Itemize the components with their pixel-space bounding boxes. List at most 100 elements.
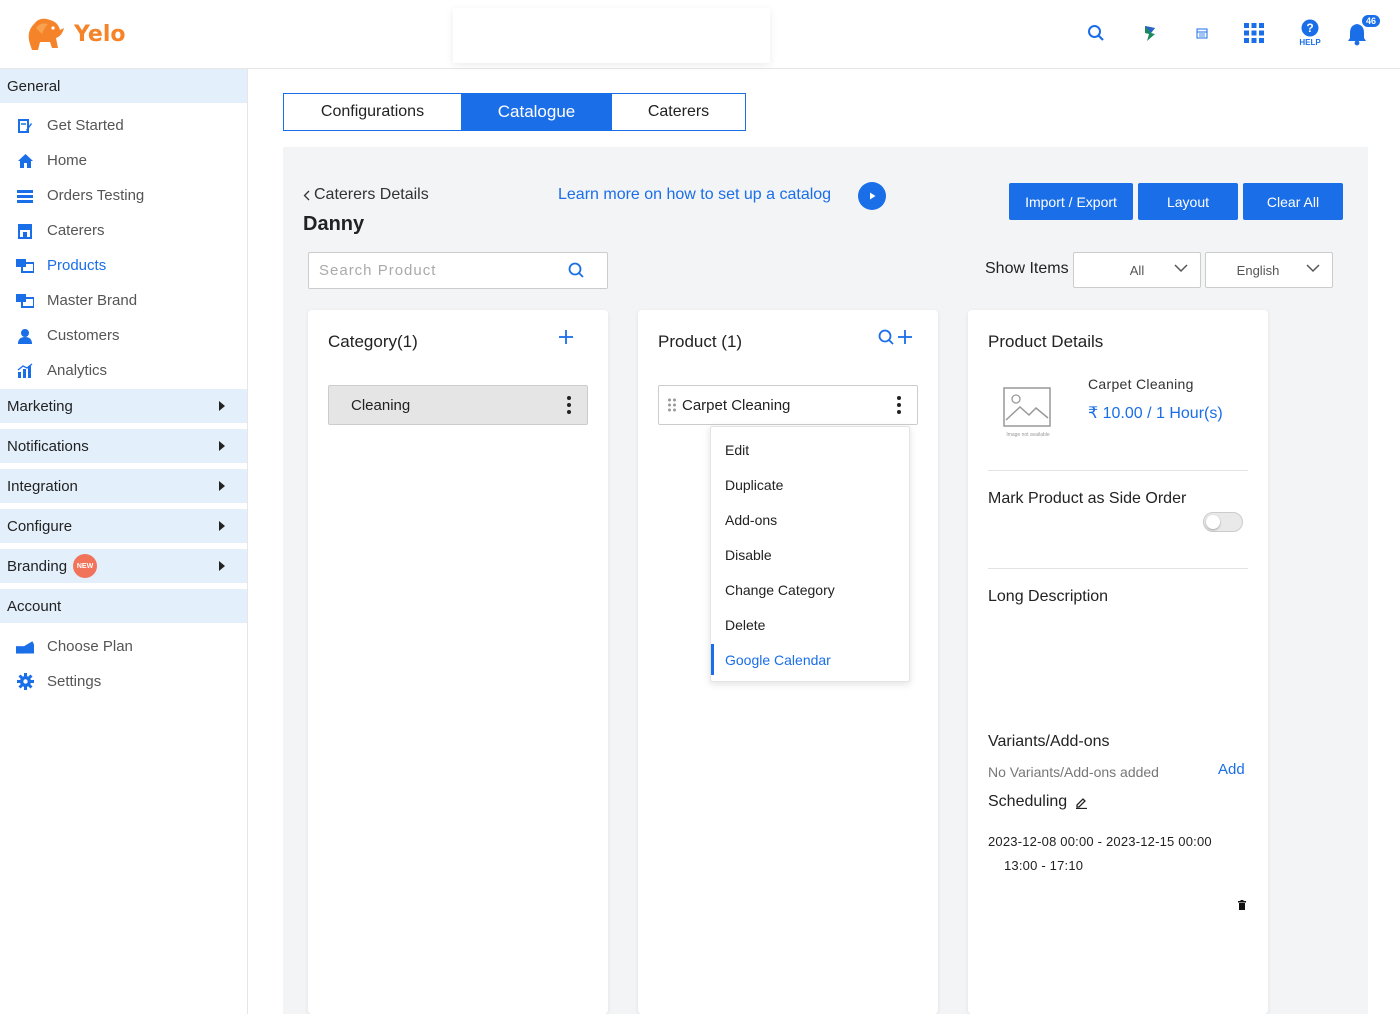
add-category-icon[interactable] xyxy=(558,329,574,345)
notifications-button[interactable]: 46 xyxy=(1344,14,1384,48)
sidebar-section-general[interactable]: General xyxy=(0,69,247,103)
menu-item-duplicate[interactable]: Duplicate xyxy=(711,467,909,502)
logo-text: Yelo xyxy=(74,21,126,47)
caret-right-icon xyxy=(219,481,225,491)
menu-item-add-ons[interactable]: Add-ons xyxy=(711,502,909,537)
sidebar-section-notifications[interactable]: Notifications xyxy=(0,429,247,463)
apps-grid-icon[interactable] xyxy=(1241,18,1267,48)
trash-icon[interactable] xyxy=(1238,900,1246,910)
menu-item-disable[interactable]: Disable xyxy=(711,537,909,572)
sidebar-section-marketing[interactable]: Marketing xyxy=(0,389,247,423)
product-details-card: Product Details Image not available Carp… xyxy=(968,310,1268,1014)
tab-configurations[interactable]: Configurations xyxy=(284,94,462,130)
side-order-toggle[interactable] xyxy=(1203,512,1243,532)
sidebar-item-label: Products xyxy=(47,257,107,274)
sidebar-item-master-brand[interactable]: Master Brand xyxy=(0,283,247,318)
sidebar-section-integration[interactable]: Integration xyxy=(0,469,247,503)
caret-right-icon xyxy=(219,561,225,571)
tab-catalogue[interactable]: Catalogue xyxy=(462,94,612,130)
search-icon[interactable] xyxy=(1083,18,1109,48)
play-video-button[interactable] xyxy=(858,182,886,210)
schedule-range: 2023-12-08 00:00 - 2023-12-15 00:00 xyxy=(988,834,1212,849)
sidebar-item-get-started[interactable]: Get Started xyxy=(0,108,247,143)
sidebar-item-label: Master Brand xyxy=(47,292,138,309)
caret-right-icon xyxy=(219,441,225,451)
schedule-time: 13:00 - 17:10 xyxy=(1004,858,1084,873)
caret-right-icon xyxy=(219,521,225,531)
search-product-icon[interactable] xyxy=(878,329,894,345)
import-export-button[interactable]: Import / Export xyxy=(1009,183,1133,220)
layout-button[interactable]: Layout xyxy=(1138,183,1238,220)
search-product-input[interactable]: Search Product xyxy=(308,252,608,289)
leaf-icon[interactable] xyxy=(1137,18,1163,48)
yelo-logo[interactable]: Yelo xyxy=(22,14,126,54)
sidebar-item-label: Settings xyxy=(47,673,102,690)
chevron-left-icon xyxy=(303,190,310,200)
product-title: Product (1) xyxy=(658,332,743,351)
catalogue-tabs: Configurations Catalogue Caterers xyxy=(283,93,746,131)
drag-handle-icon[interactable] xyxy=(667,398,677,412)
tab-caterers[interactable]: Caterers xyxy=(612,94,745,130)
sidebar-section-configure[interactable]: Configure xyxy=(0,509,247,543)
add-variant-link[interactable]: Add xyxy=(1218,761,1245,778)
gear-icon xyxy=(16,673,34,691)
learn-more-link[interactable]: Learn more on how to set up a catalog xyxy=(558,186,831,204)
menu-item-edit[interactable]: Edit xyxy=(711,432,909,467)
details-price: ₹ 10.00 / 1 Hour(s) xyxy=(1088,405,1223,422)
divider xyxy=(988,568,1248,569)
language-value: English xyxy=(1236,262,1280,278)
section-label: General xyxy=(7,77,61,95)
menu-item-change-category[interactable]: Change Category xyxy=(711,572,909,607)
sidebar-item-label: Choose Plan xyxy=(47,638,133,655)
more-vertical-icon[interactable] xyxy=(897,396,901,414)
help-label: HELP xyxy=(1299,38,1321,47)
sidebar-item-label: Get Started xyxy=(47,117,124,134)
svg-text:?: ? xyxy=(1306,21,1313,35)
product-item-label: Carpet Cleaning xyxy=(682,396,791,414)
plan-icon xyxy=(16,638,34,656)
section-label: Marketing xyxy=(7,397,73,415)
product-image-placeholder: Image not available xyxy=(1003,387,1053,439)
back-link[interactable]: Caterers Details xyxy=(303,186,429,204)
search-placeholder: Search Product xyxy=(319,262,437,279)
sidebar-item-home[interactable]: Home xyxy=(0,143,247,178)
sidebar-section-account[interactable]: Account xyxy=(0,589,247,623)
sidebar-item-label: Home xyxy=(47,152,88,169)
sidebar-item-choose-plan[interactable]: Choose Plan xyxy=(0,629,247,664)
product-item[interactable]: Carpet Cleaning xyxy=(658,385,918,425)
more-vertical-icon[interactable] xyxy=(567,396,571,414)
orders-icon xyxy=(16,187,34,205)
sidebar-item-caterers[interactable]: Caterers xyxy=(0,213,247,248)
help-button[interactable]: ? HELP xyxy=(1294,18,1326,48)
pencil-icon[interactable] xyxy=(1075,796,1088,809)
menu-item-delete[interactable]: Delete xyxy=(711,607,909,642)
section-label: Account xyxy=(7,597,62,615)
add-product-icon[interactable] xyxy=(897,329,913,345)
help-icon: ? xyxy=(1301,19,1319,37)
category-item[interactable]: Cleaning xyxy=(328,385,588,425)
show-items-select[interactable]: All xyxy=(1073,252,1201,288)
chevron-down-icon xyxy=(1306,264,1320,273)
sidebar-section-branding[interactable]: Branding NEW xyxy=(0,549,247,583)
sidebar-item-settings[interactable]: Settings xyxy=(0,664,247,699)
calendar-icon[interactable] xyxy=(1190,18,1214,48)
sidebar-item-analytics[interactable]: Analytics xyxy=(0,353,247,388)
side-order-label: Mark Product as Side Order xyxy=(988,490,1187,507)
sidebar-item-orders-testing[interactable]: Orders Testing xyxy=(0,178,247,213)
sidebar-item-products[interactable]: Products xyxy=(0,248,247,283)
store-icon xyxy=(16,222,34,240)
section-label: Configure xyxy=(7,517,73,535)
section-label: Branding xyxy=(7,557,68,575)
notification-count-badge: 46 xyxy=(1361,14,1381,28)
show-items-value: All xyxy=(1129,262,1145,278)
language-select[interactable]: English xyxy=(1205,252,1333,288)
clear-all-button[interactable]: Clear All xyxy=(1243,183,1343,220)
section-label: Integration xyxy=(7,477,78,495)
new-badge: NEW xyxy=(73,554,98,578)
toggle-knob xyxy=(1206,515,1220,529)
search-icon[interactable] xyxy=(568,262,585,279)
user-icon xyxy=(16,327,34,345)
caret-right-icon xyxy=(219,401,225,411)
menu-item-google-calendar[interactable]: Google Calendar xyxy=(711,642,909,677)
sidebar-item-customers[interactable]: Customers xyxy=(0,318,247,353)
